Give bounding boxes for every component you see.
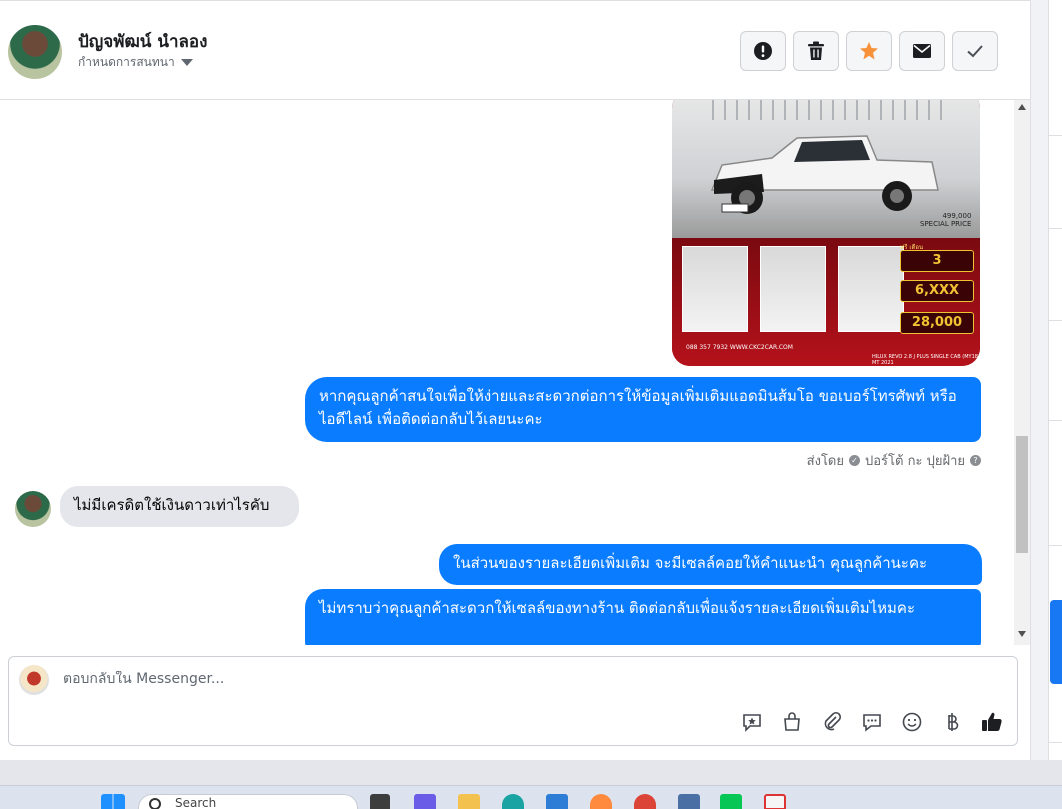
- scroll-up-arrow-icon[interactable]: [1018, 104, 1026, 110]
- conversation-settings-label: กำหนดการสนทนา: [78, 55, 175, 69]
- message-button[interactable]: [859, 709, 885, 735]
- price-label: SPECIAL PRICE: [920, 220, 972, 228]
- store-icon[interactable]: [546, 794, 568, 809]
- contact-avatar[interactable]: [8, 25, 62, 79]
- search-icon: [149, 798, 161, 809]
- pickup-truck-icon: [710, 135, 939, 214]
- car-ad-image[interactable]: 499,000 SPECIAL PRICE ฟรี เดือน 3 6,XXX …: [672, 100, 980, 366]
- attachment-button[interactable]: [819, 709, 845, 735]
- star-icon: [860, 42, 878, 60]
- car-contact-line: 088 357 7932 WWW.CKC2CAR.COM: [686, 344, 793, 351]
- trash-icon: [808, 41, 824, 60]
- message-bubble-outgoing[interactable]: ไม่ทราบว่าคุณลูกค้าสะดวกให้เซลล์ของทางร้…: [305, 589, 981, 645]
- down-payment-badge: 28,000: [900, 312, 974, 334]
- emoji-button[interactable]: [899, 709, 925, 735]
- report-spam-button[interactable]: [740, 31, 786, 71]
- file-explorer-icon[interactable]: [458, 794, 480, 809]
- verified-check-icon: ✓: [849, 455, 860, 466]
- sent-by-line: ส่งโดย ✓ ปอร์โต้ กะ ปุยฝ้าย ?: [807, 450, 981, 471]
- conversation-toolbar: [740, 31, 998, 71]
- app-icon-red[interactable]: [764, 794, 786, 809]
- taskbar-search-label: Search: [175, 796, 217, 809]
- car-thumbnail-rear: [760, 246, 826, 332]
- message-thread[interactable]: 499,000 SPECIAL PRICE ฟรี เดือน 3 6,XXX …: [0, 100, 1031, 645]
- installment-badge: 6,XXX: [900, 280, 974, 302]
- firefox-icon[interactable]: [590, 794, 612, 809]
- price-value: 499,000: [942, 212, 972, 220]
- saved-replies-button[interactable]: [739, 709, 765, 735]
- reply-input[interactable]: [63, 671, 963, 687]
- page-avatar: [19, 665, 49, 695]
- contact-avatar-small[interactable]: [15, 491, 51, 527]
- thumbs-up-icon: [982, 712, 1002, 731]
- emoji-icon: [902, 712, 922, 732]
- mark-unread-button[interactable]: [899, 31, 945, 71]
- conversation-settings-dropdown[interactable]: กำหนดการสนทนา: [78, 53, 193, 72]
- car-thumbnail-side: [838, 246, 904, 332]
- teams-icon[interactable]: [414, 794, 436, 809]
- message-bubble-outgoing[interactable]: ในส่วนของรายละเอียดเพิ่มเติม จะมีเซลล์คอ…: [439, 544, 982, 585]
- line-icon[interactable]: [720, 794, 742, 809]
- scroll-thumb[interactable]: [1016, 436, 1028, 553]
- task-view-icon[interactable]: [370, 794, 390, 809]
- saved-replies-icon: [743, 714, 761, 732]
- exclamation-circle-icon: [754, 42, 772, 60]
- sent-by-prefix: ส่งโดย: [806, 454, 844, 469]
- car-price: 499,000 SPECIAL PRICE: [920, 212, 971, 228]
- payment-button[interactable]: [939, 709, 965, 735]
- car-thumbnail-front: [682, 246, 748, 332]
- reply-composer: [8, 656, 1018, 746]
- right-sidebar-edge: [1048, 0, 1062, 760]
- side-tab[interactable]: [1050, 600, 1062, 684]
- checkmark-icon: [967, 45, 983, 58]
- scroll-down-arrow-icon[interactable]: [1018, 631, 1026, 637]
- promo-panel: ฟรี เดือน 3 6,XXX 28,000 088 357 7932 WW…: [672, 238, 980, 366]
- shop-icon: [784, 712, 800, 731]
- contact-name[interactable]: ปัญจพัฒน์ นำลอง: [78, 28, 207, 55]
- windows-start-icon[interactable]: [101, 794, 125, 809]
- baht-icon: [948, 713, 959, 731]
- edge-icon[interactable]: [502, 794, 524, 809]
- os-taskbar: Search: [0, 785, 1062, 809]
- taskbar-search[interactable]: Search: [138, 794, 358, 809]
- message-bubble-outgoing[interactable]: หากคุณลูกค้าสนใจเพื่อให้ง่ายและสะดวกต่อก…: [305, 377, 981, 442]
- conversation-header: ปัญจพัฒน์ นำลอง กำหนดการสนทนา: [0, 0, 1031, 100]
- mark-done-button[interactable]: [952, 31, 998, 71]
- car-model-line: HILUX REVO 2.8 J PLUS SINGLE CAB (MY18) …: [872, 354, 980, 366]
- sender-name[interactable]: ปอร์โต้ กะ ปุยฝ้าย: [865, 450, 965, 471]
- car-photo: 499,000 SPECIAL PRICE: [672, 100, 980, 238]
- help-icon[interactable]: ?: [970, 455, 981, 466]
- chat-bubble-icon: [863, 714, 881, 732]
- free-months-badge: 3: [900, 250, 974, 272]
- delete-button[interactable]: [793, 31, 839, 71]
- attachment-icon: [824, 711, 842, 731]
- message-bubble-incoming[interactable]: ไม่มีเครดิตใช้เงินดาวเท่าไรคับ: [60, 486, 299, 527]
- caret-down-icon: [180, 59, 193, 66]
- envelope-icon: [913, 44, 931, 58]
- like-button[interactable]: [979, 709, 1005, 735]
- shop-button[interactable]: [779, 709, 805, 735]
- composer-toolbar: [739, 709, 1005, 735]
- cargo-rack: [712, 100, 942, 120]
- thread-scrollbar[interactable]: [1014, 100, 1030, 645]
- chrome-icon[interactable]: [634, 794, 656, 809]
- star-button[interactable]: [846, 31, 892, 71]
- app-icon[interactable]: [678, 794, 700, 809]
- panel-gap: [1031, 0, 1048, 760]
